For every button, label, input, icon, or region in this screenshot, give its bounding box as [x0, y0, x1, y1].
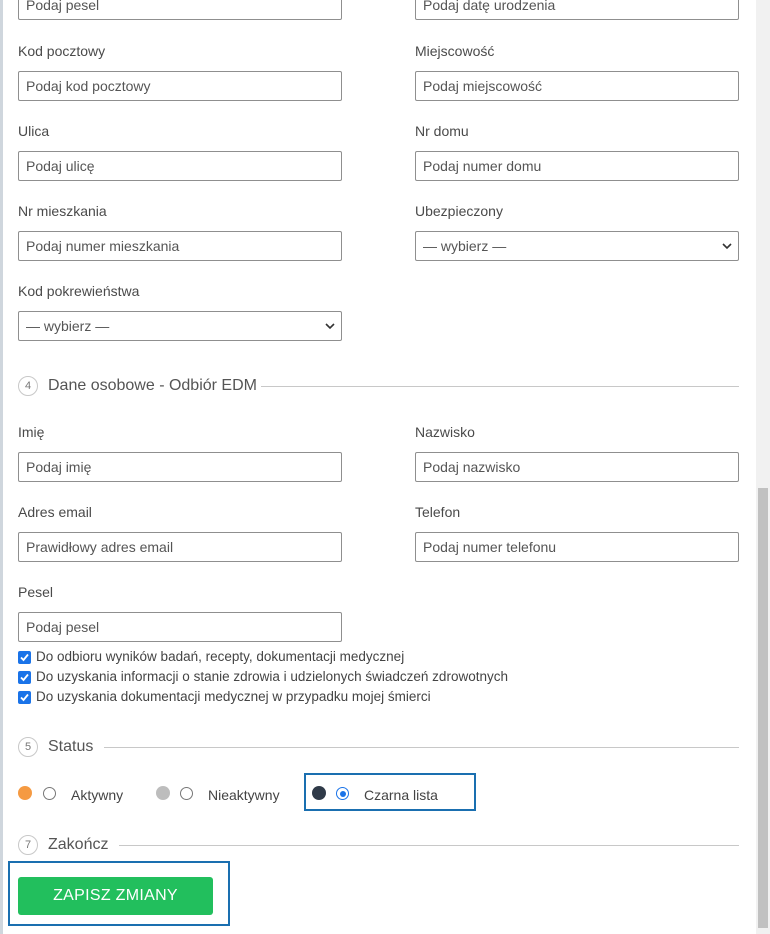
section-4-header: 4 Dane osobowe - Odbiór EDM — [18, 376, 739, 398]
postal-code-label: Kod pocztowy — [18, 43, 106, 59]
checkmark-icon — [20, 673, 29, 682]
chevron-down-icon — [325, 323, 335, 330]
insured-label: Ubezpieczony — [415, 203, 503, 219]
city-input[interactable]: Podaj miejscowość — [415, 71, 739, 101]
section-divider — [104, 747, 739, 748]
section-number: 5 — [18, 737, 38, 757]
status-blacklist-radio[interactable] — [336, 787, 349, 800]
status-active-radio[interactable] — [43, 787, 56, 800]
consent-label-health-info: Do uzyskania informacji o stanie zdrowia… — [36, 669, 508, 684]
section-number: 7 — [18, 835, 38, 855]
apartment-number-label: Nr mieszkania — [18, 203, 107, 219]
apartment-number-input[interactable]: Podaj numer mieszkania — [18, 231, 342, 261]
phone-placeholder: Podaj numer telefonu — [423, 539, 557, 555]
postal-code-placeholder: Podaj kod pocztowy — [26, 78, 151, 94]
status-blacklist-label[interactable]: Czarna lista — [364, 786, 438, 804]
street-placeholder: Podaj ulicę — [26, 158, 95, 174]
section-divider — [261, 386, 739, 387]
email-label: Adres email — [18, 504, 92, 520]
pesel-input-top-placeholder: Podaj pesel — [26, 0, 100, 13]
section-5-header: 5 Status — [18, 737, 739, 759]
email-input[interactable]: Prawidłowy adres email — [18, 532, 342, 562]
section-number: 4 — [18, 376, 38, 396]
status-active-color-dot — [18, 786, 32, 800]
last-name-placeholder: Podaj nazwisko — [423, 459, 521, 475]
first-name-label: Imię — [18, 424, 45, 440]
house-number-label: Nr domu — [415, 123, 469, 139]
chevron-down-icon — [722, 243, 732, 250]
street-input[interactable]: Podaj ulicę — [18, 151, 342, 181]
pesel-label: Pesel — [18, 584, 54, 600]
section-divider — [119, 845, 739, 846]
left-edge-bar — [0, 0, 3, 934]
city-label: Miejscowość — [415, 43, 495, 59]
form-page: Podaj pesel Podaj datę urodzenia Kod poc… — [0, 0, 756, 934]
first-name-input[interactable]: Podaj imię — [18, 452, 342, 482]
pesel-input-top[interactable]: Podaj pesel — [18, 0, 342, 20]
city-placeholder: Podaj miejscowość — [423, 78, 543, 94]
house-number-input[interactable]: Podaj numer domu — [415, 151, 739, 181]
phone-input[interactable]: Podaj numer telefonu — [415, 532, 739, 562]
kinship-code-select-value: — wybierz — — [26, 318, 110, 334]
checkmark-icon — [20, 653, 29, 662]
birthdate-input-placeholder: Podaj datę urodzenia — [423, 0, 556, 13]
consent-checkbox-results[interactable] — [18, 651, 31, 664]
first-name-placeholder: Podaj imię — [26, 459, 92, 475]
house-number-placeholder: Podaj numer domu — [423, 158, 542, 174]
consent-label-death-docs: Do uzyskania dokumentacji medycznej w pr… — [36, 689, 431, 704]
last-name-input[interactable]: Podaj nazwisko — [415, 452, 739, 482]
last-name-label: Nazwisko — [415, 424, 475, 440]
section-title: Zakończ — [48, 836, 109, 853]
pesel-placeholder: Podaj pesel — [26, 619, 100, 635]
status-inactive-label[interactable]: Nieaktywny — [208, 786, 280, 804]
insured-select-value: — wybierz — — [423, 238, 507, 254]
kinship-code-select[interactable]: — wybierz — — [18, 311, 342, 341]
kinship-code-label: Kod pokrewieństwa — [18, 283, 140, 299]
consent-checkbox-death-docs[interactable] — [18, 691, 31, 704]
consent-label-results: Do odbioru wyników badań, recepty, dokum… — [36, 649, 405, 664]
street-label: Ulica — [18, 123, 50, 139]
pesel-input[interactable]: Podaj pesel — [18, 612, 342, 642]
postal-code-input[interactable]: Podaj kod pocztowy — [18, 71, 342, 101]
phone-label: Telefon — [415, 504, 461, 520]
status-inactive-color-dot — [156, 786, 170, 800]
insured-select[interactable]: — wybierz — — [415, 231, 739, 261]
section-title: Dane osobowe - Odbiór EDM — [48, 377, 257, 394]
status-active-label[interactable]: Aktywny — [71, 786, 123, 804]
status-blacklist-color-dot — [312, 786, 326, 800]
birthdate-input[interactable]: Podaj datę urodzenia — [415, 0, 739, 20]
email-placeholder: Prawidłowy adres email — [26, 539, 174, 555]
scrollbar-thumb[interactable] — [758, 488, 768, 928]
checkmark-icon — [20, 693, 29, 702]
section-title: Status — [48, 738, 94, 755]
save-changes-button[interactable]: ZAPISZ ZMIANY — [18, 877, 213, 915]
consent-checkbox-health-info[interactable] — [18, 671, 31, 684]
section-7-header: 7 Zakończ — [18, 835, 739, 857]
apartment-number-placeholder: Podaj numer mieszkania — [26, 238, 180, 254]
status-inactive-radio[interactable] — [180, 787, 193, 800]
